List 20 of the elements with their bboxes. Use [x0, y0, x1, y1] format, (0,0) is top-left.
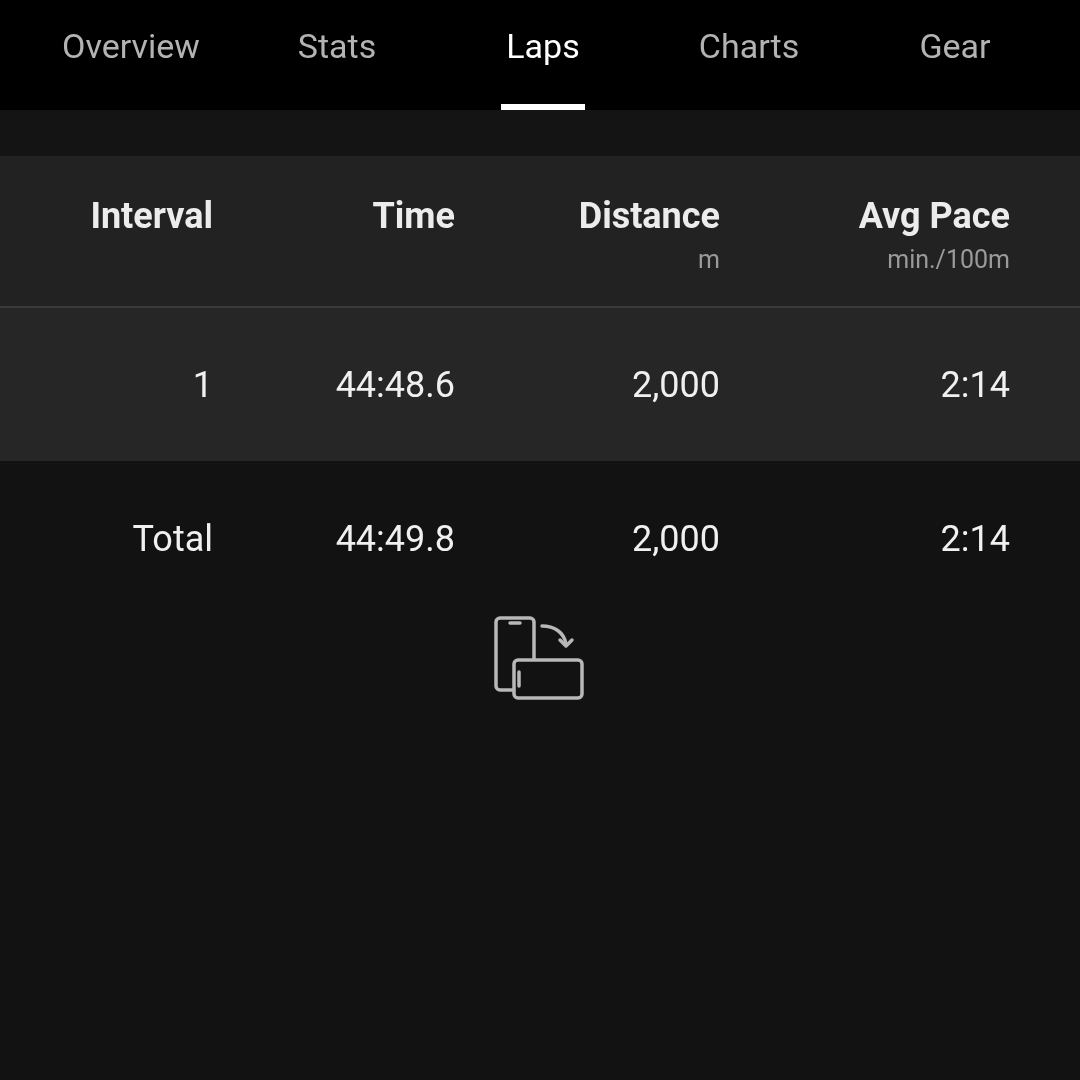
rotate-screen-icon[interactable] — [494, 616, 586, 700]
column-header: Interval — [90, 194, 213, 238]
unit-label: m — [698, 244, 720, 276]
total-cell-text: 2,000 — [631, 516, 720, 561]
table-cell-text: 44:48.6 — [334, 362, 455, 407]
total-cell-text: 44:49.8 — [334, 516, 455, 561]
table-cell-text: 2,000 — [631, 362, 720, 407]
tab[interactable]: Overview — [28, 0, 234, 110]
table-cell-text: 1 — [191, 362, 213, 407]
tab[interactable]: Laps — [440, 0, 646, 110]
total-cell-text: Total — [131, 516, 213, 561]
column-header: Distance — [578, 194, 720, 238]
column-header: Avg Pace — [858, 194, 1010, 238]
tab[interactable]: Charts — [646, 0, 852, 110]
table-cell-text: 2:14 — [939, 362, 1010, 407]
total-cell-text: 2:14 — [939, 516, 1010, 561]
column-header: Time — [372, 194, 455, 238]
tab[interactable]: Stats — [234, 0, 440, 110]
tab[interactable]: Gear — [852, 0, 1058, 110]
unit-label: min./100m — [887, 244, 1010, 276]
